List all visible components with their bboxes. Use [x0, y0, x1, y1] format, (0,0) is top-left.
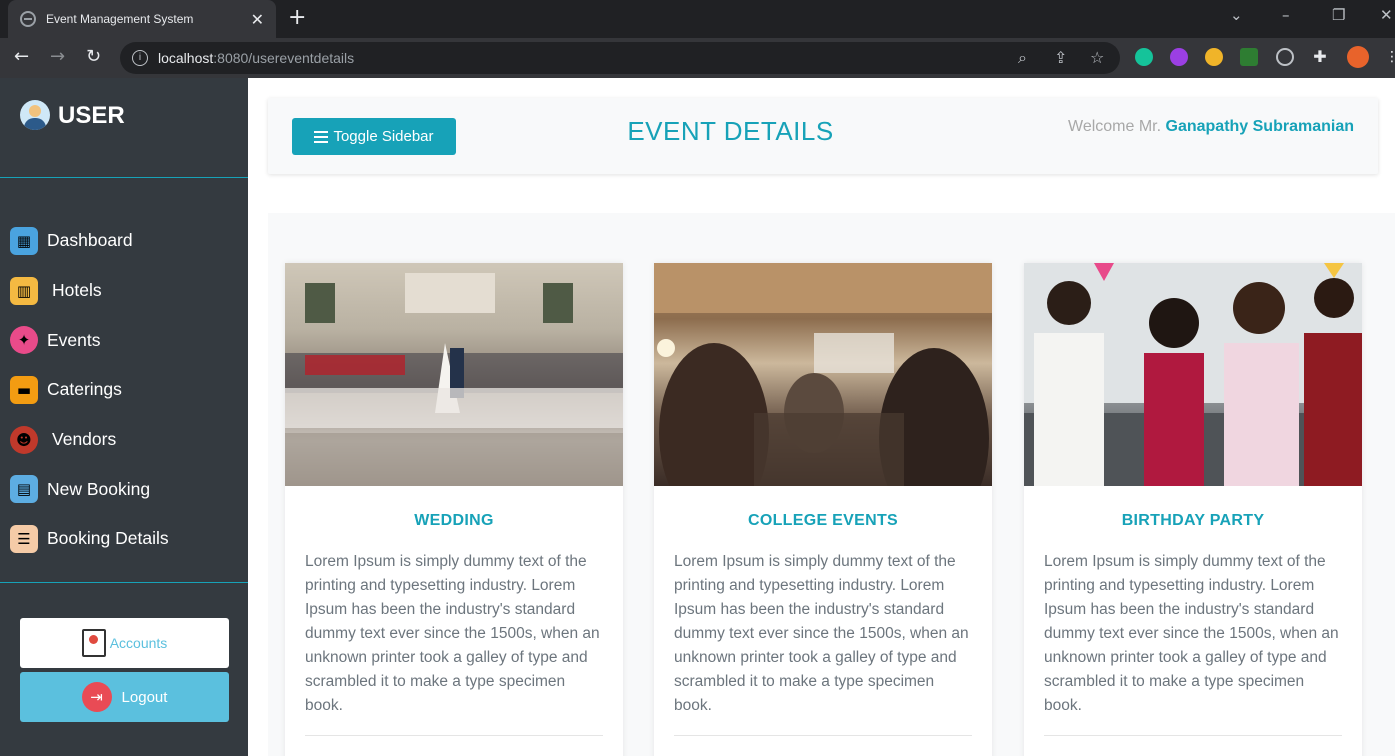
sidebar-item-new-booking[interactable]: ▤ New Booking	[0, 464, 248, 514]
minimize-icon[interactable]: –	[1282, 6, 1290, 24]
card-text: Lorem Ipsum is simply dummy text of the …	[1044, 553, 1339, 714]
event-card-birthday-party[interactable]: BIRTHDAY PARTY Lorem Ipsum is simply dum…	[1024, 263, 1362, 756]
wedding-scene	[285, 273, 623, 486]
more-menu-icon[interactable]: ⋮	[1385, 48, 1395, 66]
sidebar-item-label: Events	[47, 329, 101, 350]
sidebar-item-label: New Booking	[47, 478, 151, 499]
back-icon[interactable]: ←	[14, 46, 29, 68]
sidebar-item-dashboard[interactable]: ▦ Dashboard	[0, 216, 248, 266]
puzzle-icon[interactable]: ✚	[1311, 48, 1329, 66]
new-booking-icon: ▤	[10, 475, 38, 504]
card-title: COLLEGE EVENTS	[748, 512, 898, 529]
card-title: WEDDING	[414, 512, 494, 529]
sidebar-item-label: Vendors	[52, 429, 117, 450]
wedding-image	[285, 263, 623, 486]
user-name: Ganapathy Subramanian	[1165, 118, 1355, 135]
zoom-icon[interactable]: ⌕	[1018, 48, 1027, 68]
logout-label: Logout	[121, 688, 168, 706]
sidebar-item-caterings[interactable]: ▬ Caterings	[0, 365, 248, 415]
app: USER ▦ Dashboard ▥ Hotels ✦ Events ▬ Cat…	[0, 78, 1395, 756]
event-card-college-events[interactable]: COLLEGE EVENTS Lorem Ipsum is simply dum…	[654, 263, 992, 756]
top-navbar: Toggle Sidebar EVENT DETAILS Welcome Mr.…	[268, 98, 1378, 174]
welcome-prefix: Welcome Mr.	[1068, 118, 1166, 135]
hotel-icon: ▥	[10, 276, 38, 305]
accounts-button[interactable]: Accounts	[20, 618, 229, 668]
browser-tab[interactable]: Event Management System ✕	[8, 0, 276, 38]
college-scene	[654, 263, 992, 486]
sidebar-item-booking-details[interactable]: ☰ Booking Details	[0, 514, 248, 564]
events-icon: ✦	[10, 326, 38, 355]
extension-icon[interactable]	[1205, 48, 1223, 66]
accounts-label: Accounts	[109, 635, 168, 651]
main-content: Toggle Sidebar EVENT DETAILS Welcome Mr.…	[248, 78, 1395, 756]
browser-toolbar: ← → ↻ i localhost:8080/usereventdetails …	[0, 38, 1395, 78]
sidebar-item-hotels[interactable]: ▥ Hotels	[0, 266, 248, 316]
user-avatar-icon	[20, 100, 50, 130]
card-divider	[305, 735, 603, 736]
sidebar-item-events[interactable]: ✦ Events	[0, 315, 248, 365]
sidebar-item-label: Dashboard	[47, 230, 133, 251]
page-title: EVENT DETAILS	[627, 116, 834, 146]
browser-tab-bar: Event Management System ✕ + ⌄ – ❐ ✕	[0, 0, 1395, 38]
address-bar[interactable]: i localhost:8080/usereventdetails ⌕ ⇪ ☆	[120, 42, 1120, 74]
sidebar-title: USER	[58, 102, 125, 129]
sidebar-item-vendors[interactable]: ☻ Vendors	[0, 415, 248, 465]
share-icon[interactable]: ⇪	[1054, 48, 1067, 67]
sidebar-item-label: Caterings	[47, 379, 122, 400]
welcome-message: Welcome Mr. Ganapathy Subramanian	[1068, 118, 1354, 136]
college-events-image	[654, 263, 992, 486]
birthday-party-image	[1024, 263, 1362, 486]
react-extension-icon[interactable]	[1276, 48, 1294, 66]
booking-details-icon: ☰	[10, 524, 38, 553]
sidebar-item-label: Booking Details	[47, 528, 169, 549]
extension-icon[interactable]	[1170, 48, 1188, 66]
info-icon[interactable]: i	[132, 50, 148, 66]
logout-icon: ⇥	[81, 682, 112, 712]
chevron-down-icon[interactable]: ⌄	[1230, 6, 1243, 24]
reload-icon[interactable]: ↻	[86, 46, 101, 68]
close-icon[interactable]: ✕	[251, 10, 264, 29]
tree-extension-icon[interactable]	[1240, 48, 1258, 66]
vendor-icon: ☻	[10, 425, 38, 454]
card-divider	[1044, 735, 1342, 736]
sidebar-header: USER	[0, 78, 248, 178]
event-card-wedding[interactable]: WEDDING Lorem Ipsum is simply dummy text…	[285, 263, 623, 756]
sidebar-menu: ▦ Dashboard ▥ Hotels ✦ Events ▬ Catering…	[0, 178, 248, 583]
profile-avatar[interactable]	[1347, 46, 1369, 68]
restore-icon[interactable]: ❐	[1332, 6, 1345, 24]
sidebar-item-label: Hotels	[52, 280, 102, 301]
dashboard-icon: ▦	[10, 226, 38, 255]
url-text: localhost:8080/usereventdetails	[158, 50, 355, 66]
card-title: BIRTHDAY PARTY	[1121, 512, 1265, 529]
tab-title: Event Management System	[46, 12, 194, 26]
logout-button[interactable]: ⇥ Logout	[20, 672, 229, 722]
card-text: Lorem Ipsum is simply dummy text of the …	[674, 553, 969, 714]
grammarly-extension-icon[interactable]	[1135, 48, 1153, 66]
birthday-scene	[1024, 263, 1362, 486]
catering-icon: ▬	[10, 375, 38, 404]
star-icon[interactable]: ☆	[1090, 48, 1104, 67]
card-divider	[674, 735, 972, 736]
forward-icon[interactable]: →	[50, 46, 65, 68]
accounts-icon	[81, 629, 106, 657]
globe-icon	[20, 11, 36, 27]
window-close-icon[interactable]: ✕	[1380, 6, 1393, 24]
card-text: Lorem Ipsum is simply dummy text of the …	[305, 553, 600, 714]
plus-icon[interactable]: +	[288, 6, 306, 30]
sidebar: USER ▦ Dashboard ▥ Hotels ✦ Events ▬ Cat…	[0, 78, 248, 756]
